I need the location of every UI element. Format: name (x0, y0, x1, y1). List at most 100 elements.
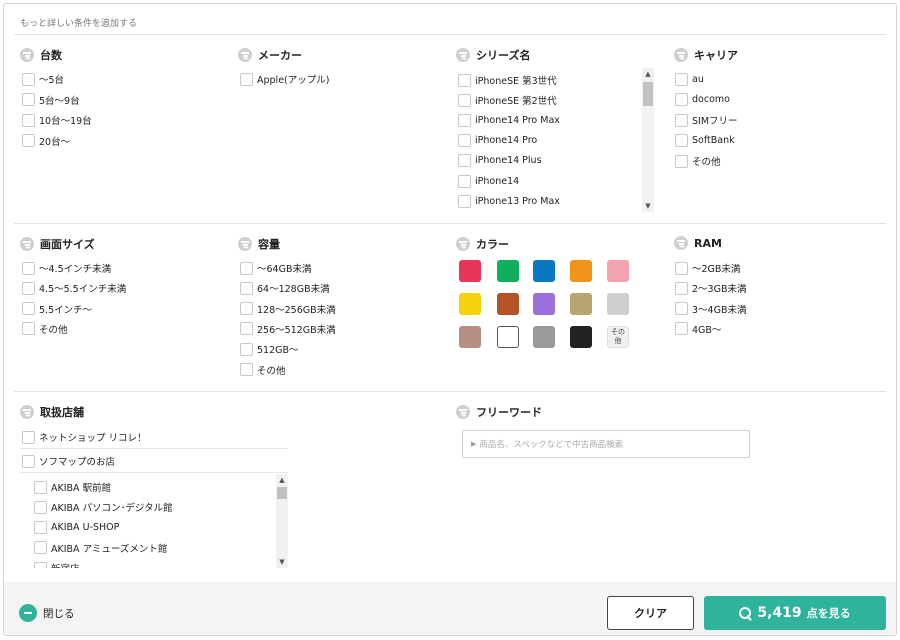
maker-option[interactable]: Apple(アップル) (240, 71, 329, 87)
checkbox[interactable] (240, 302, 253, 316)
ram-option[interactable]: 3〜4GB未満 (675, 301, 746, 317)
color-swatch-yellow[interactable] (459, 293, 481, 315)
screen-size-option[interactable]: 4.5〜5.5インチ未満 (22, 280, 126, 296)
checkbox[interactable] (675, 72, 688, 86)
scroll-up-icon[interactable]: ▲ (642, 68, 654, 80)
store-list[interactable]: AKIBA 駅前館 AKIBA パソコン･デジタル館 AKIBA U-SHOP AKI… (20, 474, 290, 568)
carrier-option[interactable]: その他 (675, 153, 721, 169)
checkbox[interactable] (34, 480, 47, 494)
store-branch-option[interactable]: AKIBA U-SHOP (34, 520, 119, 536)
checkbox[interactable] (240, 322, 253, 336)
color-swatch-pink[interactable] (607, 260, 629, 282)
color-swatch-white[interactable] (497, 326, 519, 348)
store-scrollbar[interactable]: ▲ ▼ (276, 474, 288, 568)
carrier-option[interactable]: docomo (675, 92, 730, 108)
checkbox[interactable] (22, 134, 35, 147)
checkbox[interactable] (22, 430, 35, 444)
checkbox[interactable] (675, 261, 688, 275)
capacity-option[interactable]: 256〜512GB未満 (240, 321, 336, 337)
color-swatch-rose-gold[interactable] (459, 326, 481, 348)
checkbox[interactable] (240, 281, 253, 295)
color-swatch-brown[interactable] (497, 293, 519, 315)
checkbox[interactable] (675, 154, 688, 168)
checkbox[interactable] (22, 93, 35, 106)
capacity-option[interactable]: 128〜256GB未満 (240, 301, 336, 317)
checkbox[interactable] (675, 93, 688, 106)
checkbox[interactable] (22, 281, 35, 295)
checkbox[interactable] (458, 174, 471, 188)
checkbox[interactable] (675, 113, 688, 127)
checkbox[interactable] (22, 261, 35, 275)
checkbox[interactable] (34, 500, 47, 514)
screen-size-option[interactable]: 5.5インチ〜 (22, 301, 92, 317)
checkbox[interactable] (22, 454, 35, 468)
color-swatch-purple[interactable] (533, 293, 555, 315)
ram-option[interactable]: 4GB〜 (675, 321, 721, 337)
checkbox[interactable] (675, 322, 688, 336)
screen-size-option[interactable]: その他 (22, 321, 68, 337)
checkbox[interactable] (22, 72, 35, 86)
checkbox[interactable] (34, 521, 47, 535)
checkbox[interactable] (458, 93, 471, 107)
series-option[interactable]: iPhone14 Pro (458, 133, 537, 149)
store-option[interactable]: ソフマップのお店 (22, 453, 115, 469)
scroll-up-icon[interactable]: ▲ (276, 474, 288, 486)
scroll-down-icon[interactable]: ▼ (642, 200, 654, 212)
series-option[interactable]: iPhone13 Pro Max (458, 193, 560, 209)
scroll-thumb[interactable] (643, 82, 653, 106)
store-branch-option[interactable]: AKIBA 駅前館 (34, 479, 111, 495)
ram-option[interactable]: 〜2GB未満 (675, 260, 740, 276)
checkbox[interactable] (240, 72, 253, 86)
checkbox[interactable] (458, 113, 471, 127)
checkbox[interactable] (458, 154, 471, 168)
checkbox[interactable] (675, 134, 688, 147)
checkbox[interactable] (458, 73, 471, 87)
count-option[interactable]: 10台〜19台 (22, 112, 92, 128)
checkbox[interactable] (34, 561, 47, 568)
store-branch-option[interactable]: AKIBA アミューズメント館 (34, 540, 167, 556)
scroll-down-icon[interactable]: ▼ (276, 556, 288, 568)
scroll-thumb[interactable] (277, 487, 287, 499)
freeword-input[interactable]: ▶ 商品名、スペックなどで中古商品検索 (462, 430, 750, 458)
series-option[interactable]: iPhoneSE 第2世代 (458, 92, 557, 108)
count-option[interactable]: 20台〜 (22, 133, 70, 149)
count-option[interactable]: 〜5台 (22, 71, 64, 87)
series-list[interactable]: iPhoneSE 第3世代 iPhoneSE 第2世代 iPhone14 Pro M… (454, 66, 658, 212)
capacity-option[interactable]: 64〜128GB未満 (240, 280, 330, 296)
count-option[interactable]: 5台〜9台 (22, 92, 80, 108)
color-swatch-gray[interactable] (533, 326, 555, 348)
color-swatch-red[interactable] (459, 260, 481, 282)
checkbox[interactable] (675, 302, 688, 316)
store-option[interactable]: ネットショップ リコレ！ (22, 429, 147, 445)
capacity-option[interactable]: その他 (240, 362, 286, 378)
color-swatch-orange[interactable] (570, 260, 592, 282)
color-swatch-gold[interactable] (570, 293, 592, 315)
checkbox[interactable] (240, 261, 253, 275)
checkbox[interactable] (22, 113, 35, 127)
checkbox[interactable] (34, 541, 47, 555)
checkbox[interactable] (458, 134, 471, 148)
series-scrollbar[interactable]: ▲ ▼ (642, 68, 654, 212)
capacity-option[interactable]: 512GB〜 (240, 341, 299, 357)
carrier-option[interactable]: SIMフリー (675, 112, 738, 128)
checkbox[interactable] (22, 322, 35, 336)
ram-option[interactable]: 2〜3GB未満 (675, 280, 746, 296)
checkbox[interactable] (675, 281, 688, 295)
series-option[interactable]: iPhoneSE 第3世代 (458, 72, 557, 88)
series-option[interactable]: iPhone14 Pro Max (458, 112, 560, 128)
capacity-option[interactable]: 〜64GB未満 (240, 260, 311, 276)
clear-button[interactable]: クリア (607, 596, 694, 630)
color-swatch-green[interactable] (497, 260, 519, 282)
carrier-option[interactable]: SoftBank (675, 133, 735, 149)
store-branch-option[interactable]: AKIBA パソコン･デジタル館 (34, 499, 173, 515)
series-option[interactable]: iPhone14 (458, 173, 519, 189)
checkbox[interactable] (240, 363, 253, 376)
checkbox[interactable] (458, 194, 471, 208)
color-swatch-blue[interactable] (533, 260, 555, 282)
color-swatch-other[interactable]: その他 (607, 326, 629, 348)
screen-size-option[interactable]: 〜4.5インチ未満 (22, 260, 111, 276)
color-swatch-black[interactable] (570, 326, 592, 348)
checkbox[interactable] (240, 342, 253, 356)
close-button[interactable]: 閉じる (19, 604, 75, 622)
carrier-option[interactable]: au (675, 71, 704, 87)
